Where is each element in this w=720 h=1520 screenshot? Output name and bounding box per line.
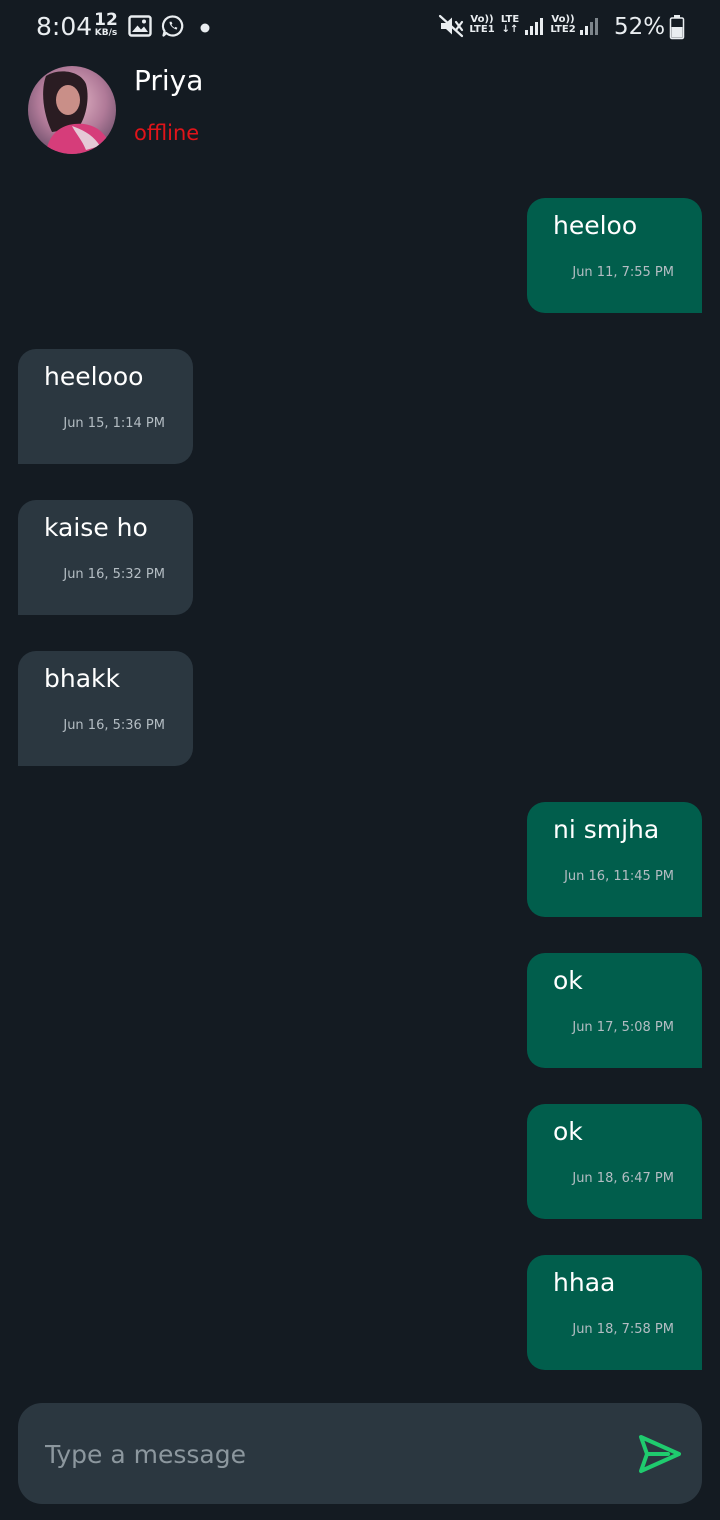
message-timestamp: Jun 11, 7:55 PM (572, 265, 674, 280)
battery-icon (669, 15, 685, 40)
message-timestamp: Jun 18, 6:47 PM (572, 1171, 674, 1186)
dot-icon (200, 23, 210, 33)
message-composer (18, 1403, 702, 1504)
signal-icon (580, 18, 598, 35)
message-bubble-sent[interactable]: ok Jun 18, 6:47 PM (527, 1104, 702, 1219)
network-speed: 12 KB/s (92, 12, 120, 38)
network-speed-unit: KB/s (94, 28, 118, 38)
message-timestamp: Jun 18, 7:58 PM (572, 1322, 674, 1337)
message-text: ok (553, 1117, 583, 1146)
message-text: heeloo (553, 211, 638, 240)
message-timestamp: Jun 16, 5:36 PM (63, 718, 165, 733)
message-timestamp: Jun 15, 1:14 PM (63, 416, 165, 431)
message-timestamp: Jun 16, 5:32 PM (63, 567, 165, 582)
network-speed-value: 12 (94, 10, 118, 30)
message-bubble-received[interactable]: heelooo Jun 15, 1:14 PM (18, 349, 193, 464)
message-bubble-sent[interactable]: heeloo Jun 11, 7:55 PM (527, 198, 702, 313)
avatar[interactable] (28, 66, 116, 154)
sim2-lte: LTE2 (550, 24, 576, 35)
message-input[interactable] (45, 1433, 605, 1475)
message-timestamp: Jun 17, 5:08 PM (572, 1020, 674, 1035)
message-text: bhakk (44, 664, 120, 693)
signal-icon (525, 18, 543, 35)
message-bubble-received[interactable]: kaise ho Jun 16, 5:32 PM (18, 500, 193, 615)
status-time: 8:04 (36, 12, 93, 41)
whatsapp-icon (161, 15, 184, 37)
message-text: hhaa (553, 1268, 616, 1297)
avatar-image (28, 66, 116, 154)
message-bubble-received[interactable]: bhakk Jun 16, 5:36 PM (18, 651, 193, 766)
message-timestamp: Jun 16, 11:45 PM (564, 869, 674, 884)
message-bubble-sent[interactable]: ok Jun 17, 5:08 PM (527, 953, 702, 1068)
mute-icon (438, 14, 464, 38)
message-bubble-sent[interactable]: hhaa Jun 18, 7:58 PM (527, 1255, 702, 1370)
message-text: kaise ho (44, 513, 148, 542)
contact-status: offline (134, 121, 200, 145)
status-bar: 8:04 12 KB/s Vo)) LTE1 LTE ↓↑ Vo)) LTE2 (0, 0, 720, 56)
message-text: heelooo (44, 362, 144, 391)
battery-percent: 52% (614, 14, 666, 40)
message-text: ok (553, 966, 583, 995)
message-bubble-sent[interactable]: ni smjha Jun 16, 11:45 PM (527, 802, 702, 917)
send-icon[interactable] (638, 1433, 682, 1475)
message-text: ni smjha (553, 815, 660, 844)
sim1-lte: LTE1 (469, 24, 495, 35)
gallery-icon (128, 15, 152, 37)
contact-name[interactable]: Priya (134, 64, 203, 97)
data-arrows-icon: ↓↑ (501, 24, 519, 35)
